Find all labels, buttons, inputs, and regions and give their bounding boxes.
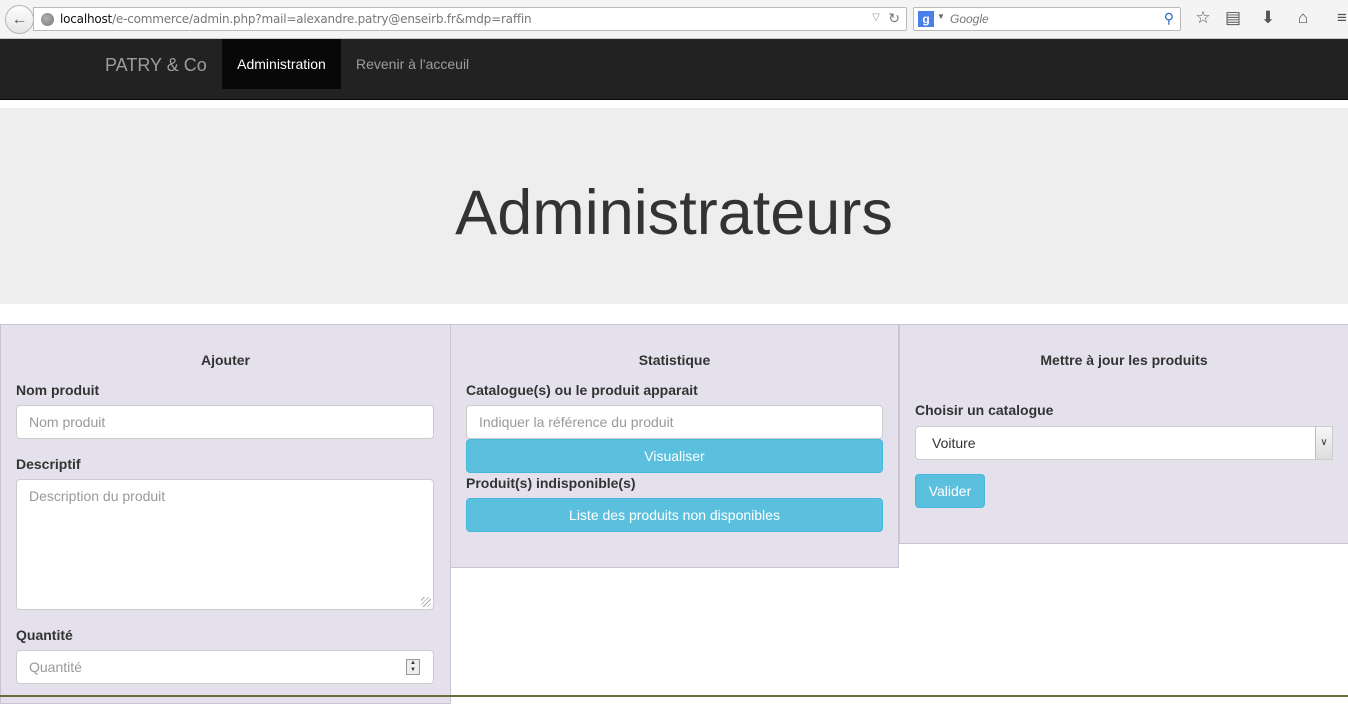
chevron-down-icon[interactable]: ∨ [1315, 427, 1332, 459]
nav-item-home[interactable]: Revenir à l'acceuil [356, 56, 469, 72]
reading-list-icon[interactable]: ▤ [1222, 8, 1244, 28]
description-label: Descriptif [16, 456, 81, 472]
name-label: Nom produit [16, 382, 100, 398]
visualize-button[interactable]: Visualiser [466, 439, 883, 473]
url-bar[interactable]: localhost/e-commerce/admin.php?mail=alex… [33, 7, 907, 31]
quantity-placeholder: Quantité [29, 659, 82, 675]
navbar-brand[interactable]: PATRY & Co [105, 55, 207, 76]
add-product-panel: Ajouter Nom produit Nom produit Descript… [0, 324, 451, 704]
quantity-stepper[interactable]: Quantité ▲ ▼ [16, 650, 434, 684]
panel-title: Ajouter [201, 352, 250, 368]
name-input[interactable]: Nom produit [16, 405, 434, 439]
reload-icon[interactable]: ↻ [888, 10, 900, 27]
catalog-selected-value: Voiture [932, 435, 976, 451]
url-path: /e-commerce/admin.php?mail=alexandre.pat… [112, 12, 532, 26]
validate-button[interactable]: Valider [915, 474, 985, 508]
description-textarea[interactable]: Description du produit [16, 479, 434, 610]
unavailable-label: Produit(s) indisponible(s) [466, 475, 636, 491]
star-icon[interactable]: ☆ [1192, 8, 1214, 28]
menu-icon[interactable]: ≡ [1331, 8, 1348, 28]
spinner-arrows-icon[interactable]: ▲ ▼ [406, 659, 420, 675]
search-icon[interactable]: ⚲ [1164, 10, 1174, 27]
search-engine-dropdown-icon[interactable]: ▼ [937, 12, 945, 21]
update-products-panel: Mettre à jour les produits Choisir un ca… [899, 324, 1348, 544]
statistics-panel: Statistique Catalogue(s) ou le produit a… [450, 324, 899, 568]
panel-title: Mettre à jour les produits [1040, 352, 1208, 368]
nav-item-administration[interactable]: Administration [222, 39, 341, 89]
quantity-label: Quantité [16, 627, 73, 643]
reference-placeholder: Indiquer la référence du produit [479, 414, 674, 430]
search-engine-icon[interactable]: g [918, 11, 934, 27]
url-text[interactable]: localhost/e-commerce/admin.php?mail=alex… [60, 12, 532, 26]
download-icon[interactable]: ⬇ [1257, 8, 1279, 28]
navbar: PATRY & Co Administration Revenir à l'ac… [0, 39, 1348, 100]
url-dropdown-icon[interactable]: ▽ [872, 12, 880, 23]
globe-icon [41, 13, 54, 26]
name-placeholder: Nom produit [29, 414, 106, 430]
browser-toolbar: ← localhost/e-commerce/admin.php?mail=al… [0, 0, 1348, 39]
reference-input[interactable]: Indiquer la référence du produit [466, 405, 883, 439]
choose-catalog-label: Choisir un catalogue [915, 402, 1054, 418]
search-placeholder: Google [950, 12, 989, 26]
catalog-label: Catalogue(s) ou le produit apparait [466, 382, 698, 398]
page-title: Administrateurs [455, 178, 893, 248]
back-arrow-icon[interactable]: ← [5, 5, 34, 34]
resize-grip-icon[interactable] [421, 597, 431, 607]
description-placeholder: Description du produit [29, 488, 166, 504]
home-icon[interactable]: ⌂ [1292, 8, 1314, 28]
unavailable-products-button[interactable]: Liste des produits non disponibles [466, 498, 883, 532]
url-host: localhost [60, 12, 113, 26]
panel-title: Statistique [638, 352, 711, 368]
jumbotron: Administrateurs [0, 108, 1348, 304]
catalog-select[interactable]: Voiture ∨ [915, 426, 1333, 460]
search-bar[interactable]: g ▼ Google ⚲ [913, 7, 1181, 31]
